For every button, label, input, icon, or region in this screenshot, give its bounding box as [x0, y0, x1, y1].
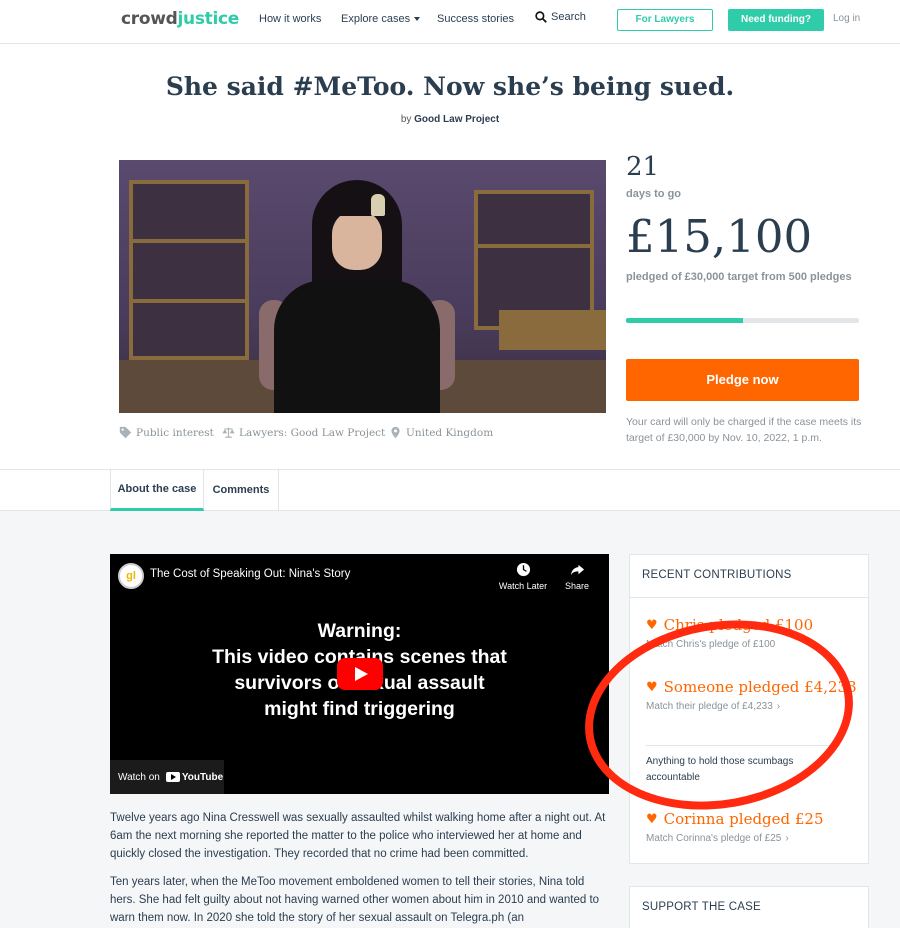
contribution-title: Chris pledged £100 [663, 616, 814, 634]
meta-lawyers[interactable]: Lawyers: Good Law Project [222, 426, 385, 439]
days-to-go-number: 21 [626, 152, 660, 182]
charge-note: Your card will only be charged if the ca… [626, 416, 862, 444]
person-face [332, 210, 382, 270]
watch-later-button[interactable]: Watch Later [498, 562, 548, 591]
heart-icon: ♥ [646, 812, 658, 827]
heart-icon: ♥ [646, 680, 658, 695]
logo-justice: justice [177, 9, 240, 29]
youtube-logo: YouTube [165, 771, 224, 783]
match-pledge-label: Match Chris's pledge of £100 [646, 639, 776, 650]
clock-icon [516, 562, 530, 577]
nav-how-it-works[interactable]: How it works [259, 13, 321, 25]
recent-contributions-panel: RECENT CONTRIBUTIONS ♥ Chris pledged £100… [629, 554, 869, 864]
video-title[interactable]: The Cost of Speaking Out: Nina's Story [150, 568, 350, 580]
match-pledge-link[interactable]: Match their pledge of £4,233 › [646, 701, 861, 712]
case-tabs: About the case Comments [0, 469, 900, 511]
nav-search[interactable]: Search [535, 11, 586, 23]
warning-line-4: might find triggering [264, 698, 455, 720]
login-link[interactable]: Log in [833, 13, 860, 24]
story-paragraph: Ten years later, when the MeToo movement… [110, 876, 600, 924]
contribution-message: Anything to hold those scumbags accounta… [646, 745, 840, 786]
match-pledge-label: Match Corinna's pledge of £25 [646, 833, 782, 844]
tab-comments[interactable]: Comments [204, 470, 279, 511]
match-pledge-link[interactable]: Match Corinna's pledge of £25 › [646, 833, 861, 844]
nav-search-label: Search [551, 11, 586, 23]
nav-explore-cases[interactable]: Explore cases [341, 13, 421, 25]
youtube-wordmark: YouTube [181, 771, 224, 783]
support-the-case-heading: SUPPORT THE CASE [642, 901, 761, 913]
days-to-go-label: days to go [626, 188, 682, 200]
page-title: She said #MeToo. Now she’s being sued. [165, 72, 735, 101]
meta-category[interactable]: Public interest [119, 426, 214, 439]
logo-crowd: crowd [121, 9, 178, 29]
channel-avatar[interactable]: gl [118, 563, 144, 589]
need-funding-button[interactable]: Need funding? [728, 9, 824, 31]
person-body [274, 280, 440, 413]
shelf-right [474, 190, 594, 330]
contribution-title: Corinna pledged £25 [663, 810, 824, 828]
match-pledge-link[interactable]: Match Chris's pledge of £100 [646, 639, 861, 650]
nav-success-stories[interactable]: Success stories [437, 13, 514, 25]
top-nav: crowdjustice How it works Explore cases … [0, 0, 900, 44]
watch-on-youtube-button[interactable]: Watch on YouTube [110, 760, 224, 794]
chevron-right-icon: › [785, 833, 789, 844]
crowdjustice-logo[interactable]: crowdjustice [121, 9, 239, 29]
scales-icon [222, 427, 235, 438]
chevron-right-icon: › [776, 701, 781, 712]
contribution-title: Someone pledged £4,233 [663, 678, 857, 696]
tag-icon [119, 426, 132, 439]
youtube-play-icon [165, 772, 180, 782]
bench [499, 310, 606, 350]
contribution-item: ♥ Corinna pledged £25 Match Corinna's ple… [646, 807, 861, 844]
nav-explore-label: Explore cases [341, 13, 411, 25]
meta-lawyers-label: Lawyers: Good Law Project [239, 426, 386, 439]
shelf-left [129, 180, 249, 360]
person-hair-streak [371, 194, 385, 216]
story-paragraph: Twelve years ago Nina Cresswell was sexu… [110, 812, 606, 860]
share-button[interactable]: Share [562, 562, 592, 591]
watch-later-label: Watch Later [498, 581, 548, 591]
pledged-amount: £15,100 [626, 210, 813, 263]
search-icon [535, 11, 547, 23]
meta-category-label: Public interest [136, 426, 214, 439]
warning-line-1: Warning: [317, 620, 402, 642]
contribution-item: ♥ Chris pledged £100 Match Chris's pledge… [646, 613, 861, 650]
divider [630, 597, 868, 598]
byline: by Good Law Project [0, 114, 900, 125]
support-the-case-panel: SUPPORT THE CASE [629, 886, 869, 928]
funding-progress-bar [626, 318, 859, 323]
location-pin-icon [391, 426, 400, 439]
for-lawyers-button[interactable]: For Lawyers [617, 9, 713, 31]
match-pledge-label: Match their pledge of £4,233 [646, 701, 773, 712]
pledge-now-button[interactable]: Pledge now [626, 359, 859, 401]
heart-icon: ♥ [646, 618, 658, 633]
youtube-video-embed[interactable]: gl The Cost of Speaking Out: Nina's Stor… [110, 554, 609, 794]
watch-on-label: Watch on [118, 771, 160, 783]
tab-about-the-case[interactable]: About the case [110, 470, 204, 511]
case-hero-image [119, 160, 606, 413]
play-button-icon[interactable] [337, 658, 383, 690]
share-label: Share [564, 581, 590, 591]
share-arrow-icon [570, 564, 584, 576]
meta-location-label: United Kingdom [406, 426, 494, 439]
byline-prefix: by [400, 114, 412, 125]
byline-author[interactable]: Good Law Project [414, 114, 499, 125]
funding-progress-fill [626, 318, 744, 323]
contribution-item: ♥ Someone pledged £4,233 Match their pled… [646, 675, 861, 712]
recent-contributions-heading: RECENT CONTRIBUTIONS [642, 569, 792, 581]
pledge-target-text: pledged of £30,000 target from 500 pledg… [626, 271, 852, 283]
meta-location[interactable]: United Kingdom [389, 426, 493, 439]
chevron-down-icon [414, 17, 421, 22]
